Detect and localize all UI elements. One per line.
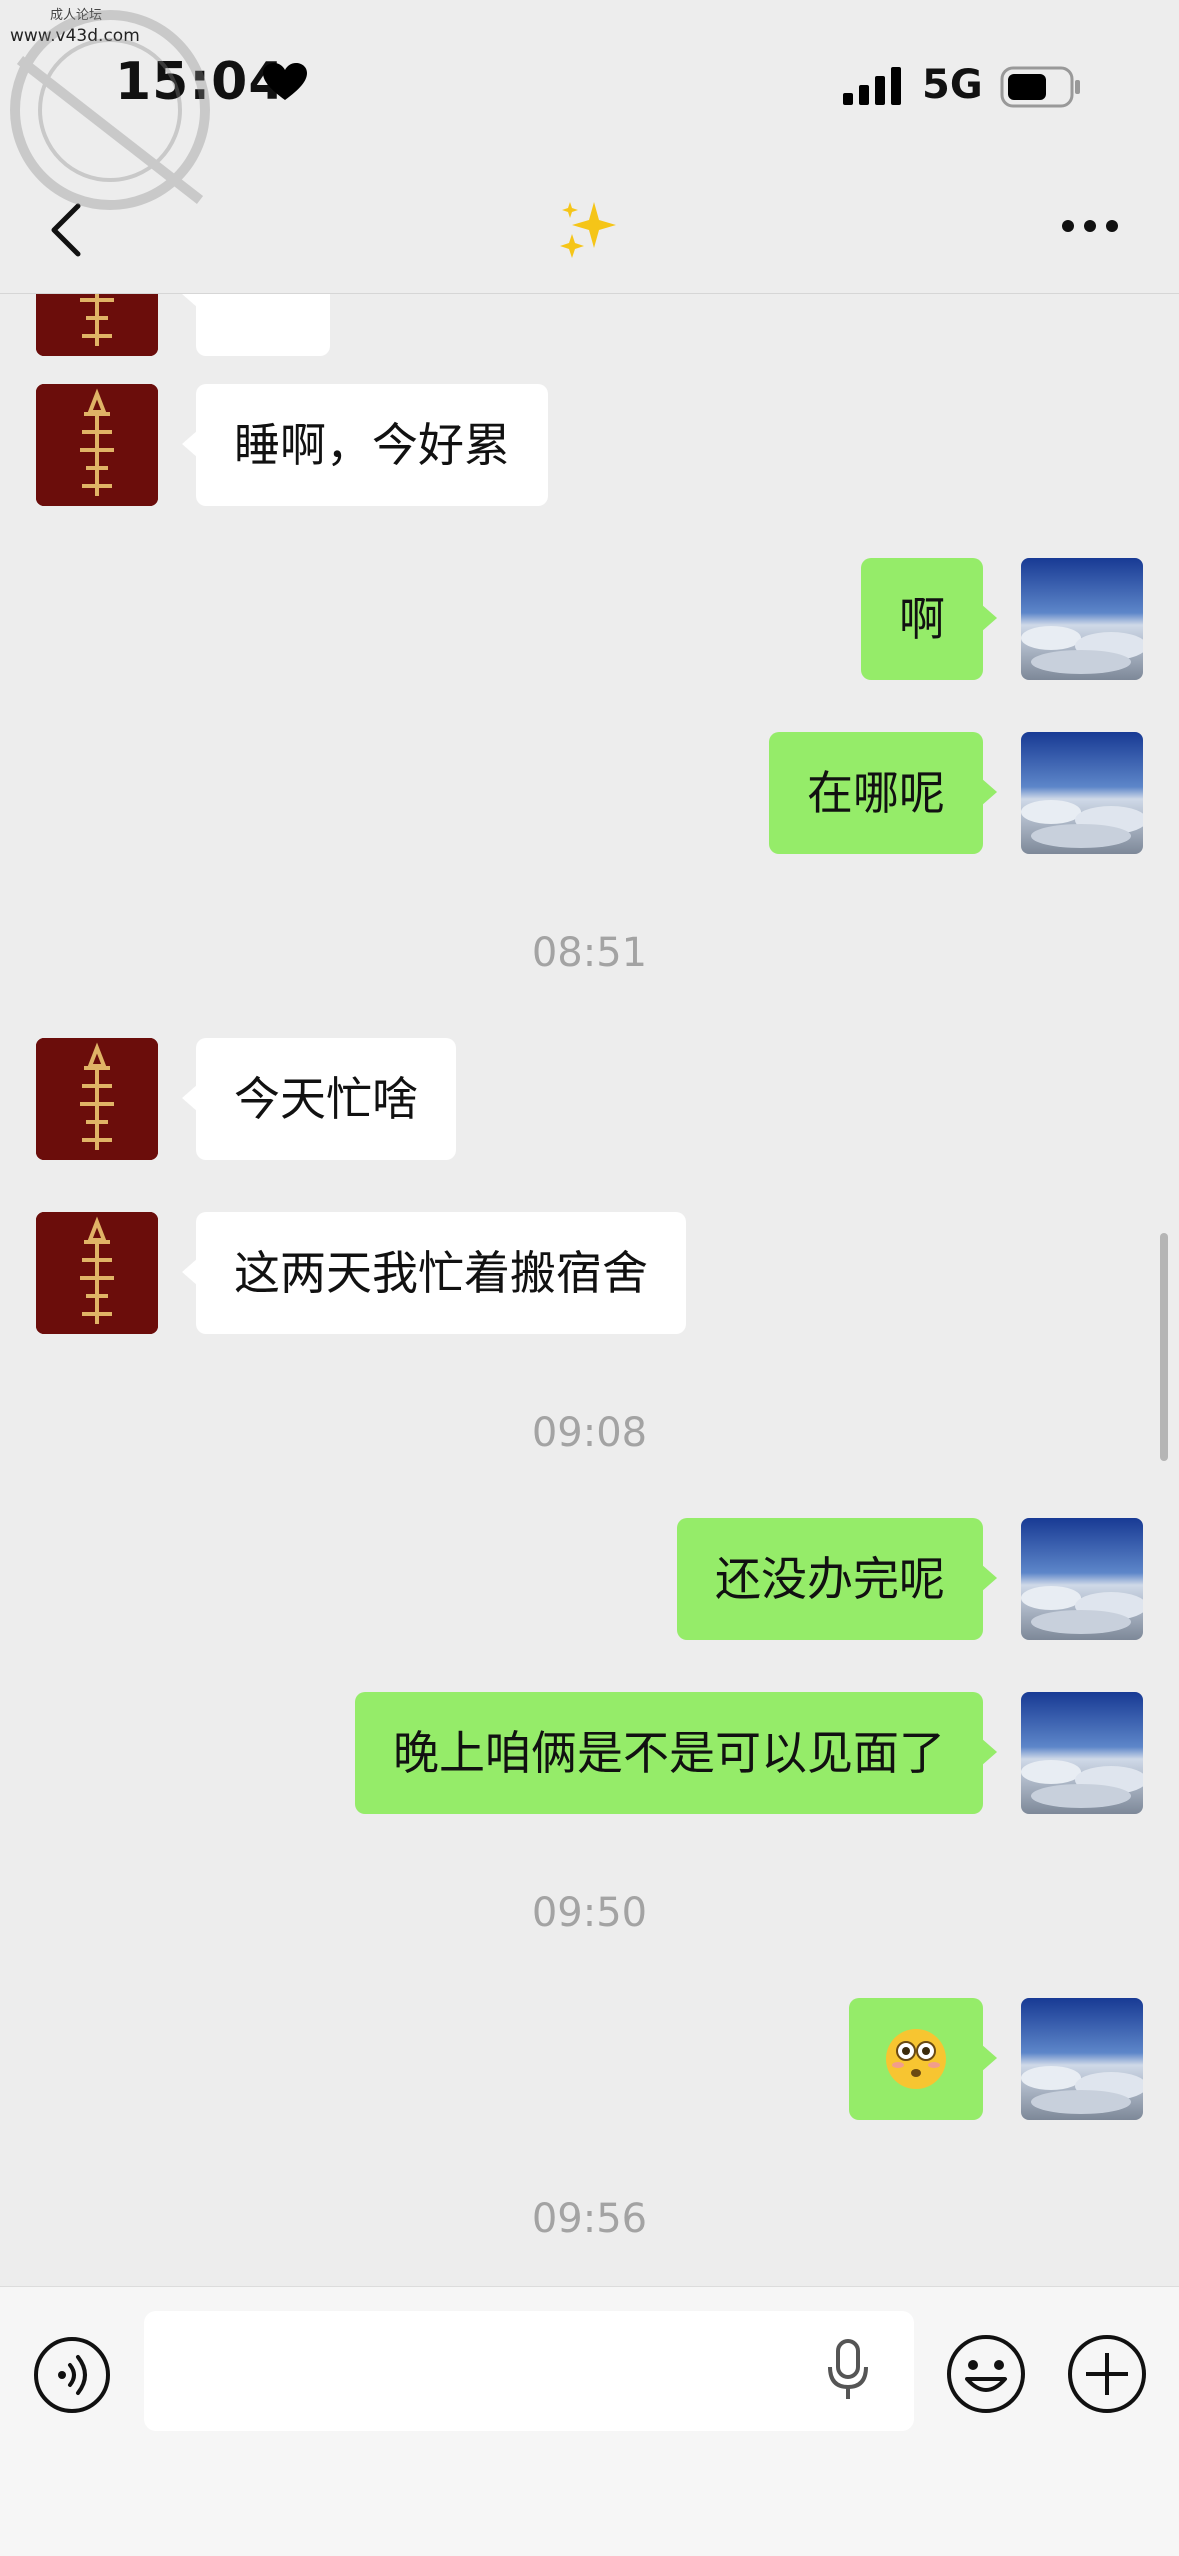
battery-icon xyxy=(1000,66,1080,108)
chat-title: ✨ xyxy=(558,198,622,266)
nav-bar: ✨ xyxy=(0,170,1179,294)
more-dots-icon[interactable] xyxy=(1060,218,1120,234)
network-type: 5G xyxy=(922,62,983,108)
message-bubble[interactable]: 在哪呢 xyxy=(769,732,997,854)
calligraphy-icon xyxy=(36,1212,158,1334)
sky-photo-icon xyxy=(1021,1692,1143,1814)
calligraphy-icon xyxy=(36,294,158,356)
back-chevron-icon[interactable] xyxy=(40,200,100,260)
timestamp: 09:08 xyxy=(531,1410,648,1456)
timestamp: 09:50 xyxy=(531,1890,648,1936)
sky-photo-icon xyxy=(1021,1518,1143,1640)
emoji-icon[interactable] xyxy=(945,2333,1027,2415)
chat-area[interactable]: 睡啊，今好累 啊 在哪呢 08:51 今天忙啥 这两天我忙着搬宿舍 09:08 … xyxy=(0,294,1179,2286)
contact-avatar[interactable] xyxy=(36,1038,158,1160)
message-bubble[interactable]: 晚上咱俩是不是可以见面了 xyxy=(355,1692,997,1814)
message-row-incoming: 今天忙啥 xyxy=(0,1038,1179,1160)
my-avatar[interactable] xyxy=(1021,732,1143,854)
flushed-face-icon xyxy=(886,2029,946,2089)
message-bubble[interactable]: 啊 xyxy=(861,558,997,680)
timestamp: 09:56 xyxy=(531,2196,648,2242)
my-avatar[interactable] xyxy=(1021,1692,1143,1814)
contact-avatar[interactable] xyxy=(36,384,158,506)
message-row-outgoing: 晚上咱俩是不是可以见面了 xyxy=(0,1692,1179,1814)
microphone-icon[interactable] xyxy=(826,2339,870,2403)
calligraphy-icon xyxy=(36,1038,158,1160)
calligraphy-icon xyxy=(36,384,158,506)
sparkles-icon xyxy=(560,202,616,258)
input-bar xyxy=(0,2286,1179,2556)
message-bubble[interactable] xyxy=(182,294,330,356)
message-row-outgoing: 😳 xyxy=(0,1998,1179,2120)
message-bubble[interactable]: 还没办完呢 xyxy=(677,1518,997,1640)
message-row-incoming: 睡啊，今好累 xyxy=(0,384,1179,506)
message-input[interactable] xyxy=(144,2311,914,2431)
sky-photo-icon xyxy=(1021,558,1143,680)
message-row-incoming xyxy=(0,294,1179,356)
message-row-outgoing: 在哪呢 xyxy=(0,732,1179,854)
voice-icon[interactable] xyxy=(32,2335,112,2415)
message-bubble[interactable]: 睡啊，今好累 xyxy=(182,384,548,506)
signal-icon xyxy=(843,67,901,105)
chat-scrollbar[interactable] xyxy=(1160,1233,1168,1461)
message-row-outgoing: 还没办完呢 xyxy=(0,1518,1179,1640)
heart-icon xyxy=(263,63,307,100)
timestamp: 08:51 xyxy=(531,930,648,976)
sky-photo-icon xyxy=(1021,732,1143,854)
message-bubble[interactable]: 这两天我忙着搬宿舍 xyxy=(182,1212,686,1334)
status-bar: 15:04 5G xyxy=(0,0,1179,170)
my-avatar[interactable] xyxy=(1021,1998,1143,2120)
contact-avatar[interactable] xyxy=(36,1212,158,1334)
emoji-message-bubble[interactable]: 😳 xyxy=(849,1998,997,2120)
my-avatar[interactable] xyxy=(1021,558,1143,680)
contact-avatar[interactable] xyxy=(36,294,158,356)
my-avatar[interactable] xyxy=(1021,1518,1143,1640)
message-row-outgoing: 啊 xyxy=(0,558,1179,680)
message-bubble[interactable]: 今天忙啥 xyxy=(182,1038,456,1160)
message-row-incoming: 这两天我忙着搬宿舍 xyxy=(0,1212,1179,1334)
sky-photo-icon xyxy=(1021,1998,1143,2120)
status-time: 15:04 xyxy=(115,52,286,112)
plus-icon[interactable] xyxy=(1066,2333,1148,2415)
